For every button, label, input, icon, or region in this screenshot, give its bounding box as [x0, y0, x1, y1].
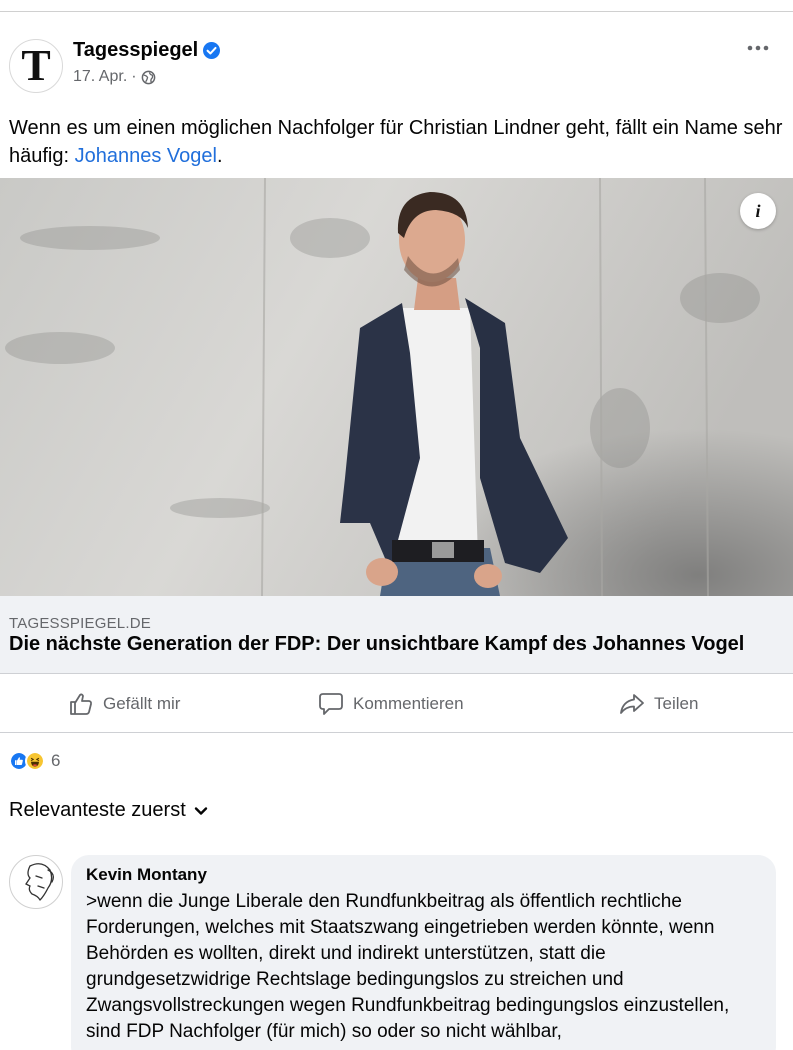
share-label: Teilen — [654, 694, 699, 713]
post-text: Wenn es um einen möglichen Nachfolger fü… — [9, 114, 789, 170]
top-divider — [0, 0, 793, 12]
comment-bubble: Kevin Montany >wenn die Junge Liberale d… — [71, 855, 776, 1050]
page-name[interactable]: Tagesspiegel — [73, 39, 198, 62]
post-meta: 17. Apr. · — [73, 68, 156, 86]
share-button[interactable]: Teilen — [619, 675, 698, 733]
more-horizontal-icon[interactable] — [746, 40, 770, 56]
comment-sort-dropdown[interactable]: Relevanteste zuerst — [9, 799, 208, 822]
comment-button[interactable]: Kommentieren — [318, 675, 464, 733]
mention-link[interactable]: Johannes Vogel — [75, 145, 217, 167]
action-bar: Gefällt mir Kommentieren Teilen — [0, 675, 793, 733]
chevron-down-icon — [194, 806, 207, 815]
page-logo: T — [21, 41, 51, 90]
link-title: Die nächste Generation der FDP: Der unsi… — [9, 633, 745, 655]
comment-label: Kommentieren — [353, 694, 464, 713]
post-text-end: . — [216, 145, 223, 167]
info-icon[interactable]: i — [740, 193, 776, 229]
haha-reaction-icon — [25, 751, 45, 771]
sort-label: Relevanteste zuerst — [9, 799, 186, 821]
meta-separator: · — [131, 68, 137, 85]
post-date[interactable]: 17. Apr. — [73, 68, 127, 86]
reaction-summary[interactable]: 6 — [9, 750, 60, 772]
article-photo-image — [0, 178, 793, 596]
link-domain: TAGESSPIEGEL.DE — [9, 615, 151, 632]
page-avatar[interactable]: T — [9, 39, 63, 93]
thumbs-up-icon — [70, 693, 92, 715]
reaction-count: 6 — [51, 751, 61, 770]
share-icon — [620, 694, 644, 714]
comment-text: >wenn die Junge Liberale den Rundfunkbei… — [86, 891, 730, 1042]
like-button[interactable]: Gefällt mir — [68, 675, 180, 733]
like-label: Gefällt mir — [103, 694, 181, 713]
globe-icon — [141, 70, 155, 84]
link-preview[interactable]: TAGESSPIEGEL.DE Die nächste Generation d… — [0, 596, 793, 674]
comment-icon — [319, 693, 343, 715]
article-photo[interactable] — [0, 178, 793, 596]
comment-author[interactable]: Kevin Montany — [86, 865, 207, 885]
verified-badge-icon — [203, 42, 220, 59]
commenter-avatar[interactable] — [9, 855, 63, 909]
post-header: T Tagesspiegel 17. Apr. · — [0, 36, 793, 96]
sketch-face-icon — [25, 863, 54, 901]
